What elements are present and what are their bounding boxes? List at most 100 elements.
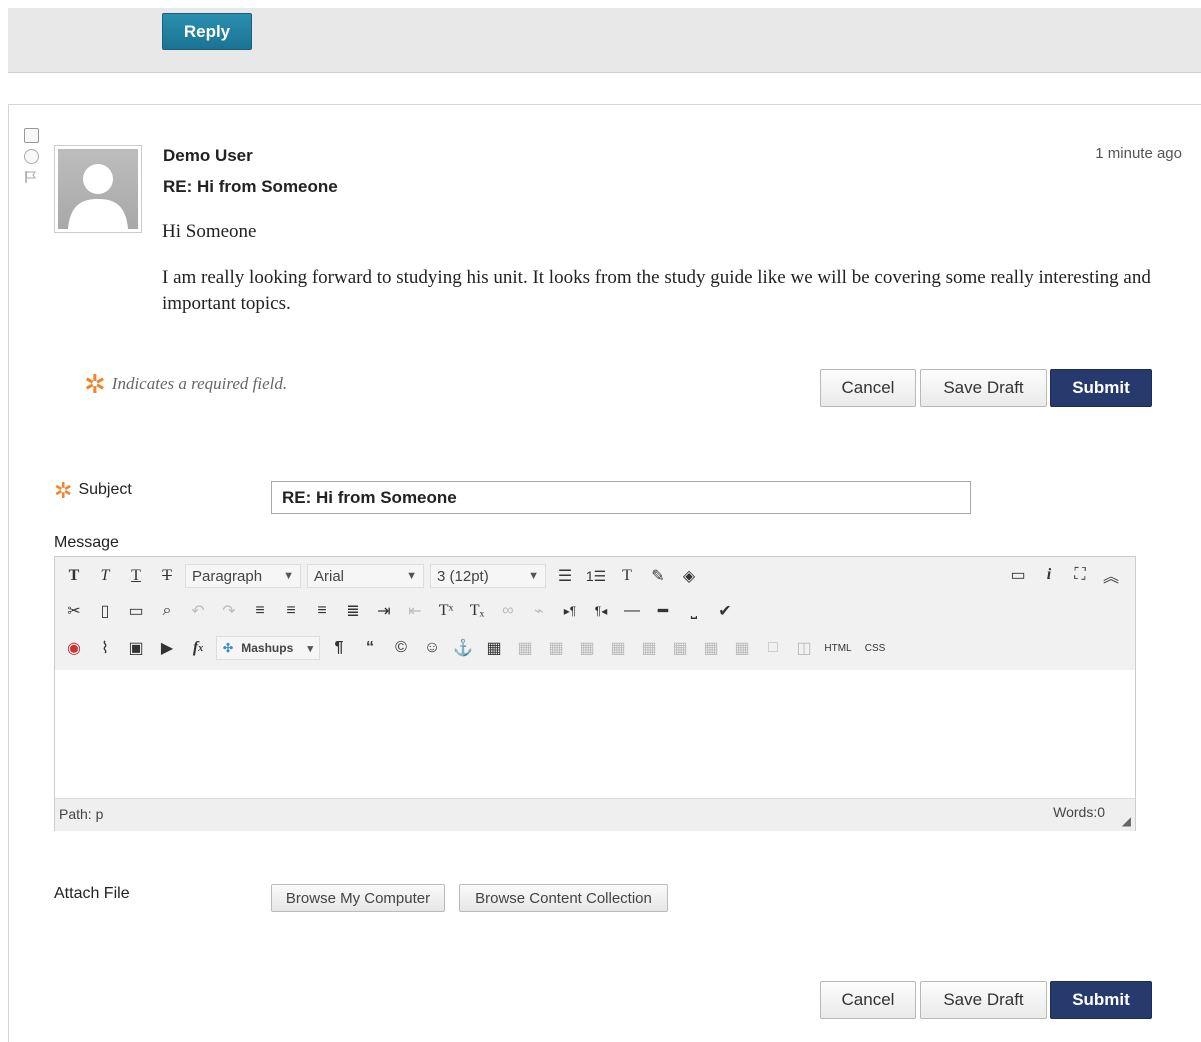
fullscreen-icon[interactable]: ⛶ (1067, 562, 1093, 588)
message-edit-area[interactable] (55, 670, 1135, 798)
caret-down-icon: ▼ (283, 570, 294, 582)
mashups-label: Mashups (241, 641, 294, 655)
preview-icon[interactable]: ▭ (1005, 562, 1031, 588)
post-timestamp: 1 minute ago (1095, 145, 1182, 162)
paragraph-mark-icon[interactable]: ¶ (326, 635, 352, 661)
clear-formatting-icon[interactable]: ◈ (676, 563, 702, 589)
required-star-icon: ✲ (84, 370, 106, 399)
browse-content-collection-button[interactable]: Browse Content Collection (459, 884, 668, 912)
bullet-list-icon[interactable]: ☰ (552, 563, 578, 589)
font-family-dropdown[interactable]: Arial ▼ (307, 564, 424, 588)
media-icon[interactable]: ▶ (154, 635, 180, 661)
rtl-icon[interactable]: ¶◂ (588, 598, 614, 624)
insert-column-icon[interactable]: ▦ (667, 635, 693, 661)
post-controls (24, 128, 42, 189)
undo-icon[interactable]: ↶ (185, 598, 211, 624)
mashups-icon: ✣ (223, 641, 234, 655)
thick-rule-icon[interactable]: ━ (650, 598, 676, 624)
align-right-icon[interactable]: ≡ (309, 598, 335, 624)
css-button[interactable]: CSS (859, 635, 891, 661)
align-left-icon[interactable]: ≡ (247, 598, 273, 624)
cut-icon[interactable]: ✂ (61, 598, 87, 624)
redo-icon[interactable]: ↷ (216, 598, 242, 624)
blockquote-icon[interactable]: “ (357, 635, 383, 661)
align-justify-icon[interactable]: ≣ (340, 598, 366, 624)
table-icon[interactable]: ▦ (481, 635, 507, 661)
browse-my-computer-button[interactable]: Browse My Computer (271, 884, 445, 912)
submit-button-bottom[interactable]: Submit (1050, 981, 1152, 1019)
subject-input[interactable] (271, 481, 971, 514)
mashups-dropdown[interactable]: ✣ Mashups ▾ (216, 636, 320, 660)
record-icon[interactable]: ◉ (61, 635, 87, 661)
delete-row-icon[interactable]: ▦ (636, 635, 662, 661)
nonbreaking-space-icon[interactable]: ⎵ (681, 598, 707, 624)
spellcheck-icon[interactable]: ✔ (712, 598, 738, 624)
insert-row-icon[interactable]: ▦ (605, 635, 631, 661)
required-note-text: Indicates a required field. (111, 374, 288, 393)
collapse-toolbar-icon[interactable]: ︽ (1098, 562, 1124, 588)
row-properties-icon[interactable]: ▦ (574, 635, 600, 661)
anchor-icon[interactable]: ⚓ (450, 635, 476, 661)
required-star-icon: ✲ (54, 478, 73, 503)
save-draft-button[interactable]: Save Draft (920, 369, 1047, 407)
paragraph-format-value: Paragraph (192, 567, 263, 585)
info-icon[interactable]: i (1036, 562, 1062, 588)
unlink-icon[interactable]: ⌁ (526, 598, 552, 624)
ltr-icon[interactable]: ▸¶ (557, 598, 583, 624)
text-italic-icon[interactable]: T (92, 563, 118, 589)
attachment-icon[interactable]: ⌇ (92, 635, 118, 661)
cancel-button[interactable]: Cancel (820, 369, 916, 407)
text-bold-icon[interactable]: T (61, 563, 87, 589)
submit-button[interactable]: Submit (1050, 369, 1152, 407)
numbered-list-icon[interactable]: 1☰ (583, 563, 609, 589)
resize-handle-icon[interactable]: ◢ (1122, 814, 1131, 828)
caret-down-icon: ▼ (528, 570, 539, 582)
post-body-paragraph: I am really looking forward to studying … (162, 267, 1151, 314)
select-post-checkbox[interactable] (24, 128, 39, 143)
copyright-icon[interactable]: © (388, 635, 414, 661)
emoticon-icon[interactable]: ☺ (419, 635, 445, 661)
copy-icon[interactable]: ▯ (92, 598, 118, 624)
attach-file-label: Attach File (54, 885, 130, 902)
align-center-icon[interactable]: ≡ (278, 598, 304, 624)
user-silhouette-icon (68, 164, 128, 229)
font-size-value: 3 (12pt) (437, 567, 489, 585)
superscript-icon[interactable]: Tˣ (433, 598, 459, 624)
font-family-value: Arial (314, 567, 345, 585)
text-color-icon[interactable]: T (614, 563, 640, 589)
table-layout-icon[interactable]: ◫ (791, 635, 817, 661)
highlight-color-icon[interactable]: ✎ (645, 563, 671, 589)
link-icon[interactable]: ∞ (495, 598, 521, 624)
cell-properties-icon[interactable]: ▦ (543, 635, 569, 661)
subject-label-text: Subject (78, 481, 132, 498)
delete-column-icon[interactable]: ▦ (698, 635, 724, 661)
read-status-radio[interactable] (24, 149, 39, 164)
reply-button[interactable]: Reply (162, 13, 252, 50)
rich-text-editor: T T T T Paragraph ▼ Arial ▼ 3 (12pt) ▼ ☰ 1☰… (54, 556, 1136, 831)
image-icon[interactable]: ▣ (123, 635, 149, 661)
split-cells-icon[interactable]: □ (760, 635, 786, 661)
outdent-icon[interactable]: ⇤ (402, 598, 428, 624)
table-properties-icon[interactable]: ▦ (512, 635, 538, 661)
text-underline-icon[interactable]: T (123, 563, 149, 589)
html-source-button[interactable]: HTML (822, 635, 854, 661)
cancel-button-bottom[interactable]: Cancel (820, 981, 916, 1019)
save-draft-button-bottom[interactable]: Save Draft (920, 981, 1047, 1019)
text-strikethrough-icon[interactable]: T (154, 563, 180, 589)
post-subject: RE: Hi from Someone (163, 177, 338, 196)
caret-down-icon: ▼ (406, 570, 417, 582)
message-label: Message (54, 534, 119, 551)
indent-icon[interactable]: ⇥ (371, 598, 397, 624)
action-bar: Reply (8, 8, 1201, 73)
math-function-icon[interactable]: fx (185, 635, 211, 661)
required-field-note: ✲ Indicates a required field. (84, 370, 287, 400)
merge-cells-icon[interactable]: ▦ (729, 635, 755, 661)
editor-statusbar: Path: p Words:0 ◢ (55, 798, 1135, 831)
paragraph-format-dropdown[interactable]: Paragraph ▼ (185, 564, 301, 588)
horizontal-rule-icon[interactable]: — (619, 598, 645, 624)
subscript-icon[interactable]: Tₓ (464, 598, 490, 624)
flag-icon[interactable] (24, 170, 38, 184)
font-size-dropdown[interactable]: 3 (12pt) ▼ (430, 564, 546, 588)
paste-icon[interactable]: ▭ (123, 598, 149, 624)
find-replace-icon[interactable]: ⌕ (154, 598, 180, 624)
